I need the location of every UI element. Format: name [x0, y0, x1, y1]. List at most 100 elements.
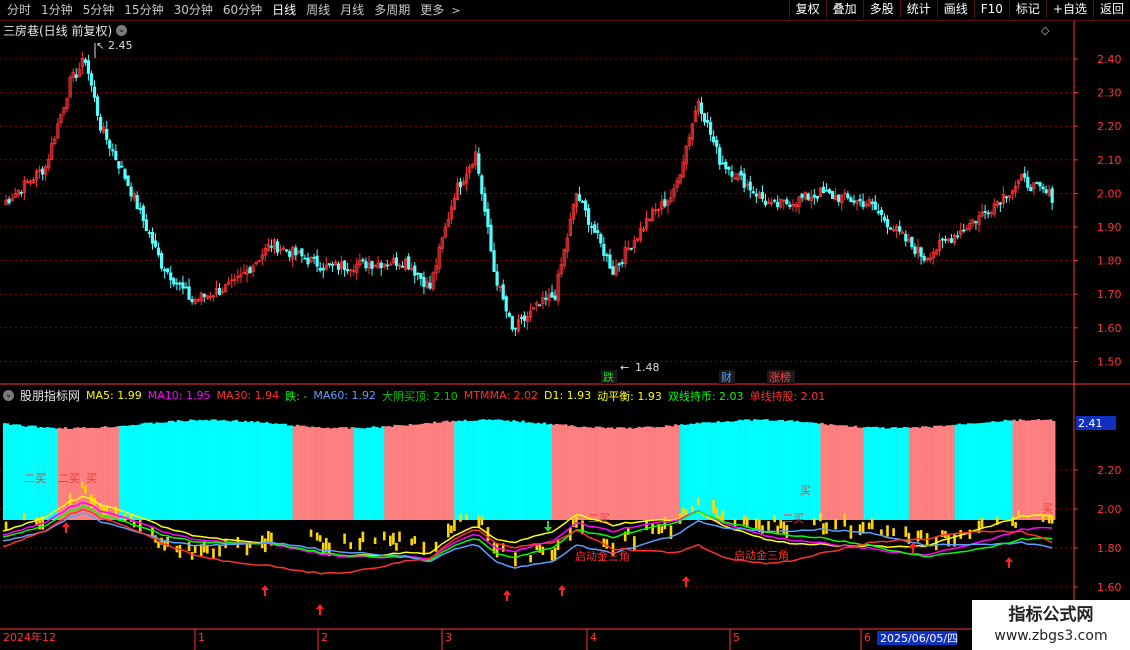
stock-chart[interactable]: 2.40 2.30 2.20 2.10 2.00 1.90 1.80 1.70 1.60 1.50…: [0, 21, 1130, 650]
signal-bar: [372, 426, 376, 520]
signal-bar: [350, 427, 354, 520]
candle-body: [611, 266, 615, 275]
period-tab[interactable]: 多周期: [369, 0, 415, 20]
candle-body: [940, 238, 945, 241]
signal-bar: [326, 427, 330, 520]
candle-body: [74, 74, 78, 78]
signal-bar: [979, 423, 983, 520]
signal-bar: [417, 424, 422, 520]
signal-bar: [320, 427, 324, 520]
candle-body: [147, 232, 151, 235]
toolbar-button[interactable]: 标记: [1008, 0, 1046, 18]
candle-body: [330, 263, 335, 266]
overlay-candle: [84, 485, 87, 494]
signal-bar: [561, 424, 565, 520]
candle-body: [827, 189, 832, 194]
period-tab[interactable]: 日线: [267, 0, 301, 20]
chevron-down-icon[interactable]: ⌄: [116, 25, 128, 36]
toolbar-button[interactable]: 画线: [936, 0, 974, 18]
toolbar-button[interactable]: 多股: [862, 0, 900, 18]
low-arrow-icon: ←: [620, 361, 629, 374]
signal-bar: [802, 422, 806, 520]
candle-body: [522, 315, 527, 321]
toolbar-button[interactable]: +自选: [1045, 0, 1093, 18]
signal-bar: [948, 425, 952, 520]
signal-annotation: 买: [86, 472, 97, 485]
candle-body: [327, 263, 331, 266]
signal-bar: [774, 420, 778, 520]
candle-body: [519, 316, 524, 319]
signal-bar: [213, 419, 217, 520]
y-tick-label: 2.20: [1097, 120, 1122, 133]
candle-body: [172, 278, 176, 285]
signal-bar: [484, 419, 489, 520]
signal-bar: [411, 424, 415, 520]
period-tab[interactable]: 更多: [415, 0, 449, 20]
chevron-down-icon[interactable]: ⌄: [3, 390, 14, 401]
signal-bar: [149, 422, 153, 520]
y-tick-label: 1.80: [1097, 255, 1122, 268]
signal-bar: [548, 423, 553, 520]
signal-bar: [491, 419, 495, 520]
overlay-candle: [663, 516, 667, 530]
signal-bar: [155, 422, 159, 520]
candle-body: [510, 315, 514, 330]
period-tab[interactable]: 30分钟: [169, 0, 218, 20]
signal-bar: [969, 423, 974, 520]
candle-body: [178, 282, 182, 285]
signal-bar: [301, 425, 306, 520]
candle-body: [904, 233, 908, 242]
overlay-candle: [392, 532, 395, 545]
signal-bar: [570, 425, 574, 520]
signal-bar: [228, 421, 232, 520]
signal-bar: [314, 427, 318, 520]
candle-body: [117, 161, 121, 169]
toolbar-button[interactable]: 复权: [788, 0, 826, 18]
signal-bar: [799, 422, 803, 520]
toolbar-button[interactable]: 统计: [899, 0, 937, 18]
period-tab[interactable]: 月线: [335, 0, 369, 20]
candle-body: [962, 229, 966, 232]
toolbar-button[interactable]: F10: [973, 0, 1009, 18]
signal-bar: [481, 419, 486, 520]
period-tabs: 分时 1分钟 5分钟 15分钟 30分钟 60分钟 日线 周线 月线 多周期 更多 >: [2, 0, 460, 20]
signal-bar: [295, 424, 300, 520]
signal-bar: [792, 421, 797, 520]
overlay-candle: [422, 541, 426, 555]
period-tab[interactable]: 1分钟: [36, 0, 78, 20]
overlay-candle: [373, 537, 377, 545]
signal-bar: [362, 428, 367, 520]
signal-bar: [823, 424, 827, 520]
signal-bar: [652, 427, 656, 520]
period-tab[interactable]: 周线: [301, 0, 335, 20]
period-tab[interactable]: 5分钟: [78, 0, 120, 20]
diamond-icon[interactable]: ◇: [1041, 24, 1049, 37]
period-tab[interactable]: 分时: [2, 0, 36, 20]
overlay-candle: [477, 515, 481, 528]
signal-bar: [701, 422, 705, 520]
candle-body: [852, 200, 856, 203]
signal-bar: [378, 427, 382, 520]
signal-bar: [988, 422, 992, 520]
toolbar-button[interactable]: 返回: [1092, 0, 1130, 18]
period-tab[interactable]: 60分钟: [218, 0, 267, 20]
y-tick-label: 2.10: [1097, 154, 1122, 167]
period-tab[interactable]: 15分钟: [119, 0, 168, 20]
candle-body: [83, 59, 87, 64]
candle-body: [480, 175, 484, 195]
candle-body: [815, 195, 819, 199]
candle-body: [416, 272, 420, 275]
signal-bar: [597, 426, 601, 520]
signal-bar: [359, 428, 364, 520]
toolbar-button[interactable]: 叠加: [825, 0, 863, 18]
candle-body: [385, 264, 389, 267]
signal-bar: [921, 426, 925, 520]
signal-bar: [750, 420, 754, 520]
overlay-candle: [1041, 515, 1045, 522]
chevron-right-icon[interactable]: >: [451, 4, 460, 17]
candle-body: [605, 254, 609, 257]
candle-body: [879, 209, 884, 215]
overlay-candle: [712, 499, 715, 513]
indicator-name[interactable]: 股朋指标网: [20, 387, 80, 404]
candle-body: [269, 245, 274, 248]
